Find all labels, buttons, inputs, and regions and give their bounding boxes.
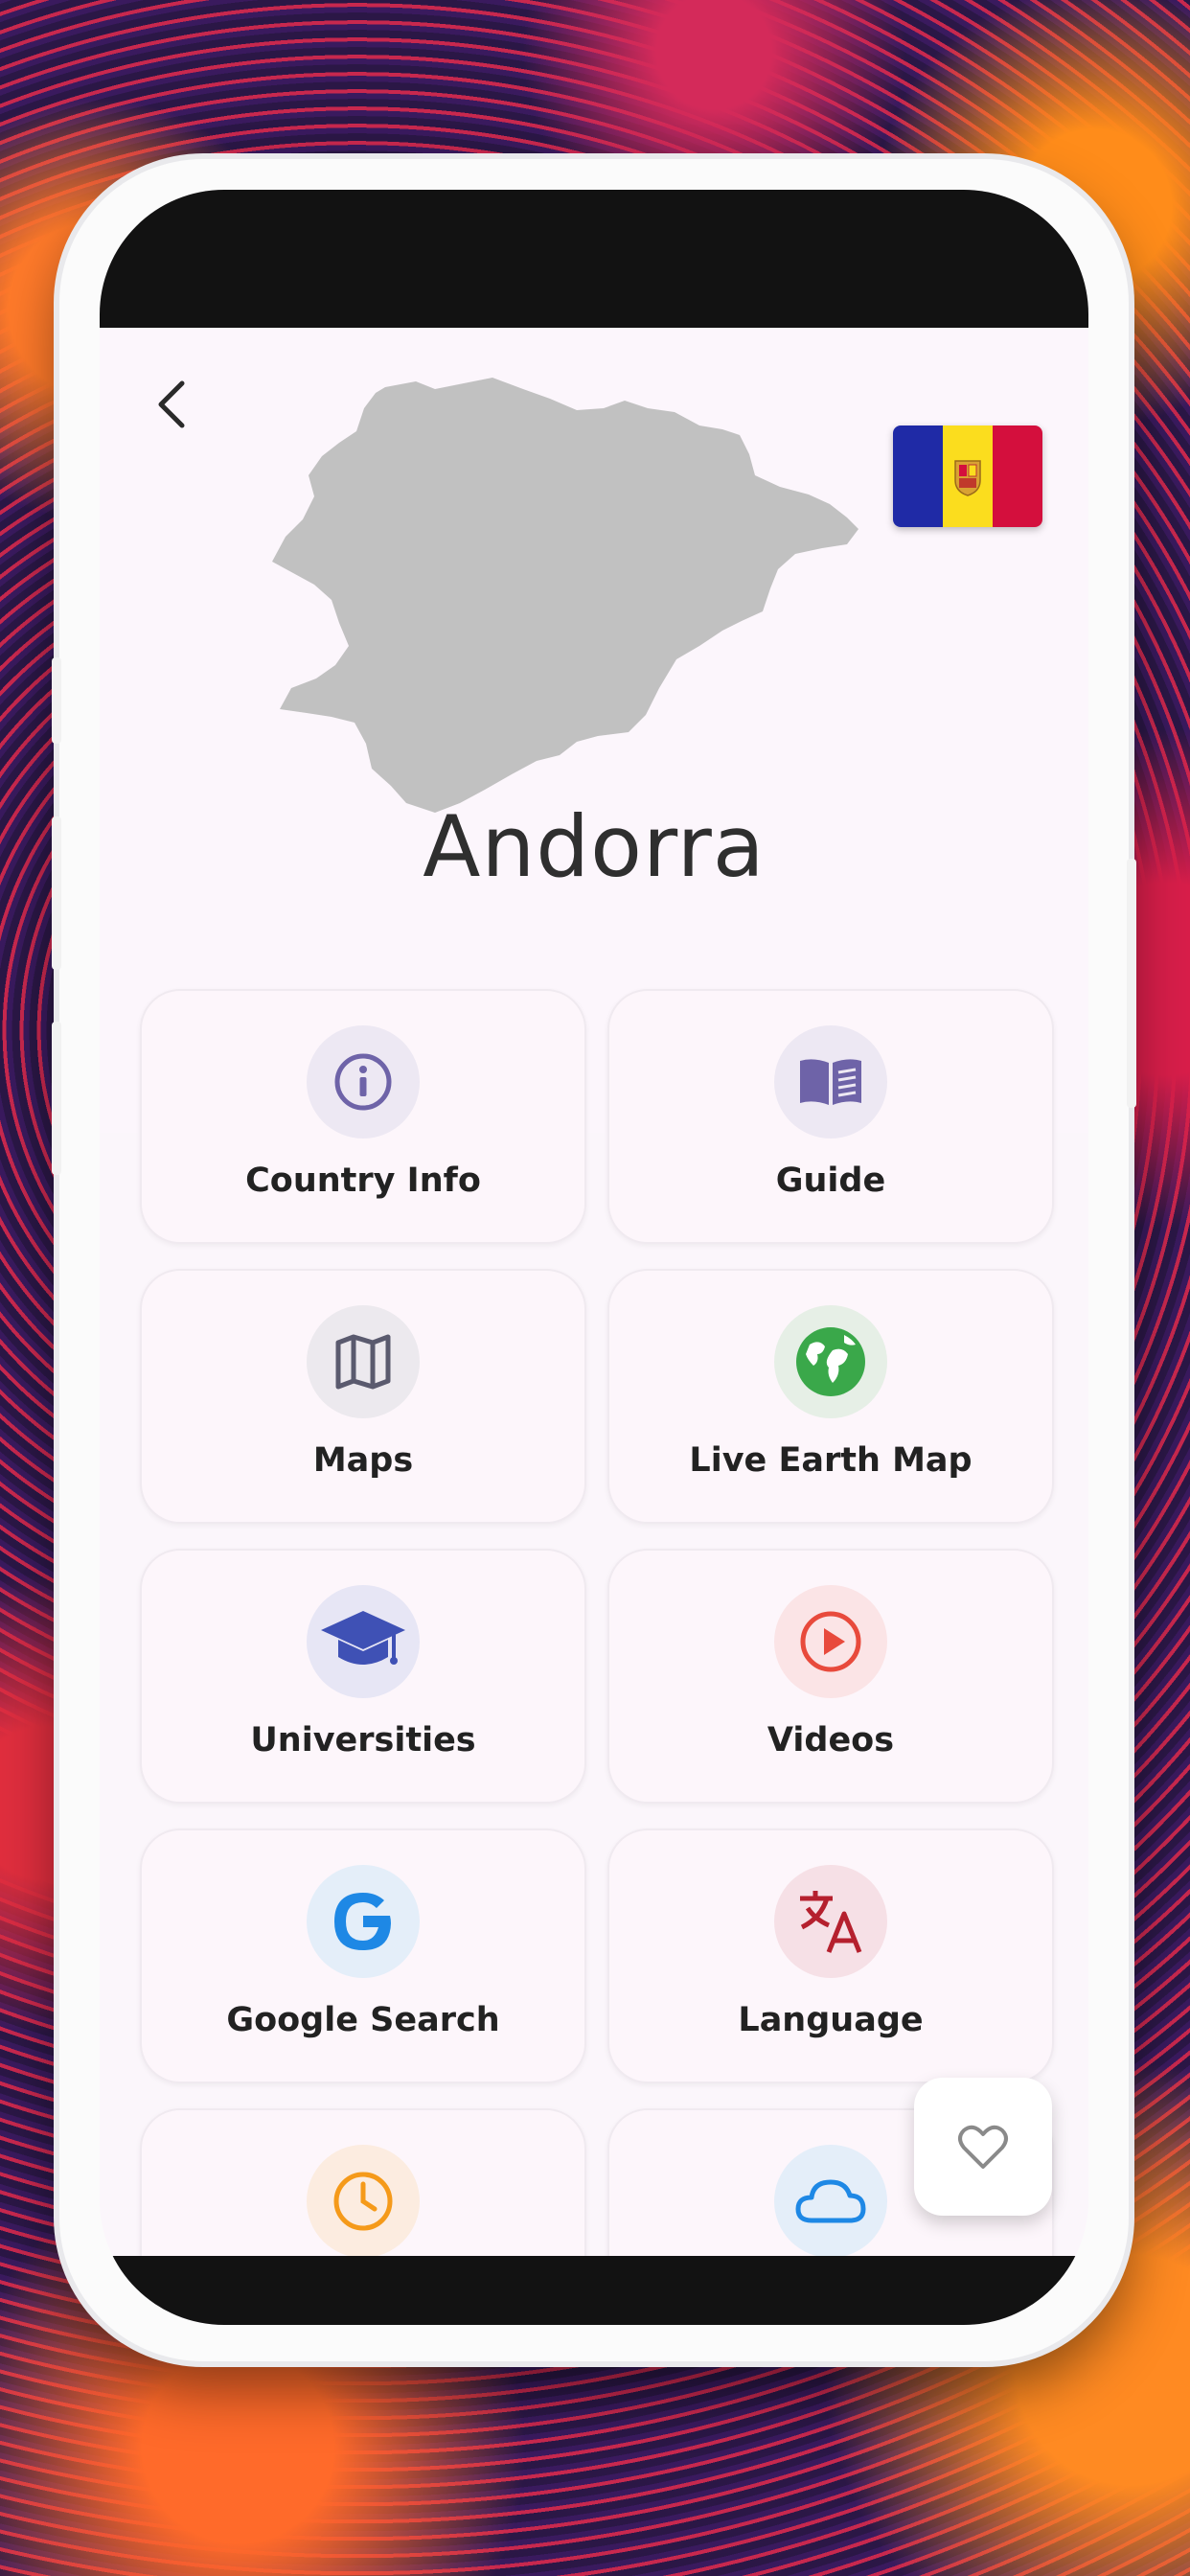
country-flag	[893, 426, 1042, 527]
menu-card-label: Videos	[767, 1721, 895, 1760]
favorite-button[interactable]	[914, 2078, 1052, 2216]
menu-card-live-earth-map[interactable]: Live Earth Map	[607, 1269, 1054, 1524]
flag-stripe-red	[993, 426, 1042, 527]
navigation-bar	[100, 2256, 1088, 2325]
icon-badge	[774, 1585, 887, 1698]
google-icon	[334, 1893, 391, 1950]
menu-card-country-info[interactable]: Country Info	[140, 989, 586, 1244]
phone-side-button	[1127, 859, 1136, 1108]
menu-card-videos[interactable]: Videos	[607, 1549, 1054, 1804]
icon-badge	[307, 1865, 420, 1978]
globe-icon	[796, 1327, 865, 1396]
phone-side-button	[52, 657, 61, 744]
menu-card-label: Language	[738, 2001, 924, 2039]
phone-side-button	[52, 1022, 61, 1175]
icon-badge	[774, 2145, 887, 2258]
icon-badge	[774, 1025, 887, 1138]
menu-card-label: Universities	[250, 1721, 476, 1760]
menu-card-label: Google Search	[226, 2001, 500, 2039]
menu-card-label: Guide	[775, 1162, 886, 1200]
chevron-left-icon	[158, 380, 185, 428]
book-icon	[800, 1059, 861, 1105]
menu-card-label: Live Earth Map	[689, 1441, 973, 1480]
icon-badge	[307, 1585, 420, 1698]
app-screen: Andorra Country Info Guide Maps Live Ear…	[100, 190, 1088, 2325]
menu-card-language[interactable]: Language	[607, 1828, 1054, 2083]
menu-card-label: Country Info	[245, 1162, 481, 1200]
flag-stripe-yellow	[943, 426, 993, 527]
icon-badge	[307, 1305, 420, 1418]
clock-icon	[333, 2172, 393, 2231]
menu-card-maps[interactable]: Maps	[140, 1269, 586, 1524]
graduation-cap-icon	[321, 1611, 405, 1665]
translate-icon	[800, 1891, 862, 1953]
map-icon	[335, 1334, 391, 1390]
icon-badge	[307, 2145, 420, 2258]
phone-side-button	[52, 816, 61, 970]
icon-badge	[307, 1025, 420, 1138]
menu-card-google-search[interactable]: Google Search	[140, 1828, 586, 2083]
play-icon	[800, 1611, 861, 1672]
heart-icon	[958, 2125, 1008, 2169]
coat-of-arms-icon	[954, 460, 981, 496]
icon-badge	[774, 1305, 887, 1418]
back-button[interactable]	[142, 374, 203, 435]
cloud-icon	[795, 2179, 866, 2223]
country-name-title: Andorra	[423, 797, 766, 896]
menu-card-universities[interactable]: Universities	[140, 1549, 586, 1804]
menu-card-guide[interactable]: Guide	[607, 989, 1054, 1244]
flag-stripe-blue	[893, 426, 943, 527]
menu-card-label: Maps	[312, 1441, 414, 1480]
info-icon	[334, 1053, 392, 1111]
status-bar	[100, 190, 1088, 328]
icon-badge	[774, 1865, 887, 1978]
